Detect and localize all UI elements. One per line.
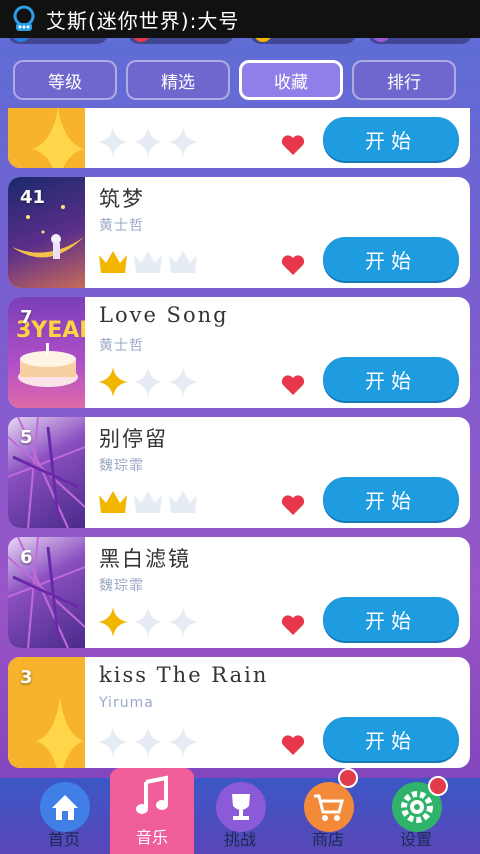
crown-rating-icon [99, 251, 197, 273]
favorite-heart-icon[interactable] [280, 373, 306, 397]
tab-level[interactable]: 等级 [13, 60, 117, 100]
nav-label: 音乐 [135, 828, 168, 847]
favorite-heart-icon[interactable] [280, 253, 306, 277]
song-number: 3 [20, 667, 33, 688]
song-card[interactable]: 41 筑梦 黄士哲 开始 [8, 177, 470, 288]
star-rating-icon [98, 127, 198, 157]
nav-shop[interactable]: 商店 [286, 768, 370, 854]
start-button[interactable]: 开始 [323, 477, 459, 521]
notification-title: 艾斯(迷你世界):大号 [46, 8, 240, 33]
nav-label: 设置 [399, 830, 432, 849]
song-number: 6 [20, 547, 33, 568]
nav-music[interactable]: 音乐 [110, 768, 194, 854]
song-title: 黑白滤镜 [99, 547, 191, 571]
bottom-nav: 首页 音乐 挑战 商店 设置 [0, 768, 480, 854]
nav-label: 挑战 [223, 830, 256, 849]
song-number: 7 [20, 307, 33, 328]
star-rating-icon [98, 727, 198, 757]
nav-settings[interactable]: 设置 [374, 776, 458, 854]
song-cover: 5 [8, 417, 86, 528]
favorite-heart-icon[interactable] [280, 133, 306, 157]
song-title: Love Song [99, 303, 229, 327]
song-card[interactable]: 5 别停留 魏琮霏 开始 [8, 417, 470, 528]
nav-label: 商店 [311, 830, 344, 849]
tab-favorites[interactable]: 收藏 [239, 60, 343, 100]
song-cover: 3YEARS 7 [8, 297, 112, 408]
tab-ranking[interactable]: 排行 [352, 60, 456, 100]
tab-featured[interactable]: 精选 [126, 60, 230, 100]
category-tabs: 等级 精选 收藏 排行 [0, 60, 480, 104]
song-title: kiss The Rain [99, 663, 269, 687]
star-rating-icon [98, 367, 198, 397]
song-artist: 魏琮霏 [99, 578, 144, 594]
notification-badge [338, 768, 358, 788]
song-list[interactable]: 开始 41 筑梦 黄士哲 开始 3YEARS [8, 108, 470, 778]
music-note-icon [128, 772, 178, 822]
song-number: 41 [20, 187, 46, 208]
song-card[interactable]: 开始 [8, 108, 470, 168]
crown-rating-icon [99, 491, 197, 513]
song-cover [8, 108, 85, 168]
song-artist: Yiruma [99, 695, 154, 711]
song-artist: 黄士哲 [99, 338, 144, 354]
favorite-heart-icon[interactable] [280, 493, 306, 517]
start-button[interactable]: 开始 [323, 117, 459, 161]
star-rating-icon [98, 607, 198, 637]
start-button[interactable]: 开始 [323, 357, 459, 401]
song-artist: 魏琮霏 [99, 458, 144, 474]
home-icon [40, 782, 90, 832]
trophy-icon [216, 782, 266, 832]
chat-bubble-icon [13, 5, 35, 31]
song-card[interactable]: 6 黑白滤镜 魏琮霏 开始 [8, 537, 470, 648]
notification-badge [428, 776, 448, 796]
song-title: 别停留 [99, 427, 168, 451]
nav-label: 首页 [47, 830, 80, 849]
start-button[interactable]: 开始 [323, 717, 459, 761]
song-card[interactable]: 3 kiss The Rain Yiruma 开始 [8, 657, 470, 768]
song-cover: 6 [8, 537, 86, 648]
nav-home[interactable]: 首页 [22, 778, 106, 854]
status-bar: 艾斯(迷你世界):大号 [0, 0, 480, 38]
song-artist: 黄士哲 [99, 218, 144, 234]
nav-challenge[interactable]: 挑战 [198, 778, 282, 854]
favorite-heart-icon[interactable] [280, 613, 306, 637]
song-cover: 3 [8, 657, 85, 768]
start-button[interactable]: 开始 [323, 237, 459, 281]
song-cover: 41 [8, 177, 85, 288]
favorite-heart-icon[interactable] [280, 733, 306, 757]
start-button[interactable]: 开始 [323, 597, 459, 641]
cart-icon [304, 782, 354, 832]
song-card[interactable]: 3YEARS 7 Love Song 黄士哲 开始 [8, 297, 470, 408]
song-number: 5 [20, 427, 33, 448]
song-title: 筑梦 [99, 187, 145, 211]
